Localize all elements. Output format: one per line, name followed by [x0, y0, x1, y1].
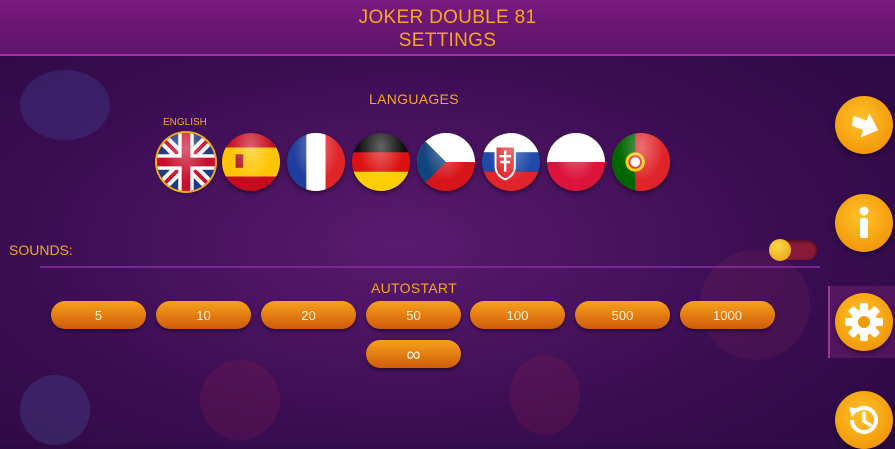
autostart-label: AUTOSTART: [371, 280, 457, 296]
autostart-500-button[interactable]: 500: [575, 301, 670, 329]
divider: [40, 266, 820, 268]
autostart-20-button[interactable]: 20: [261, 301, 356, 329]
background-decoration: [20, 70, 110, 140]
background-decoration: [20, 375, 90, 445]
slovakia-flag-icon[interactable]: [482, 133, 540, 191]
spain-flag-icon[interactable]: [222, 133, 280, 191]
background-decoration: [510, 355, 580, 435]
autostart-50-button[interactable]: 50: [366, 301, 461, 329]
info-icon[interactable]: [835, 194, 893, 252]
toggle-knob: [769, 239, 791, 261]
autostart-infinite-button[interactable]: ∞: [366, 340, 461, 368]
languages-label: LANGUAGES: [369, 91, 459, 107]
sounds-label: SOUNDS:: [9, 242, 73, 258]
germany-flag-icon[interactable]: [352, 133, 410, 191]
portugal-flag-icon[interactable]: [612, 133, 670, 191]
game-title: JOKER DOUBLE 81: [358, 7, 537, 28]
gear-icon[interactable]: [835, 293, 893, 351]
uk-flag-icon[interactable]: [157, 133, 215, 191]
autostart-5-button[interactable]: 5: [51, 301, 146, 329]
autostart-10-button[interactable]: 10: [156, 301, 251, 329]
selected-language-name: ENGLISH: [163, 117, 207, 128]
czech-flag-icon[interactable]: [417, 133, 475, 191]
sounds-toggle[interactable]: [769, 239, 817, 261]
france-flag-icon[interactable]: [287, 133, 345, 191]
background-decoration: [200, 360, 280, 440]
history-icon[interactable]: [835, 391, 893, 449]
autostart-100-button[interactable]: 100: [470, 301, 565, 329]
poland-flag-icon[interactable]: [547, 133, 605, 191]
header: JOKER DOUBLE 81 SETTINGS: [0, 0, 895, 56]
page-title: SETTINGS: [398, 30, 497, 51]
arrow-right-icon[interactable]: [835, 96, 893, 154]
autostart-1000-button[interactable]: 1000: [680, 301, 775, 329]
